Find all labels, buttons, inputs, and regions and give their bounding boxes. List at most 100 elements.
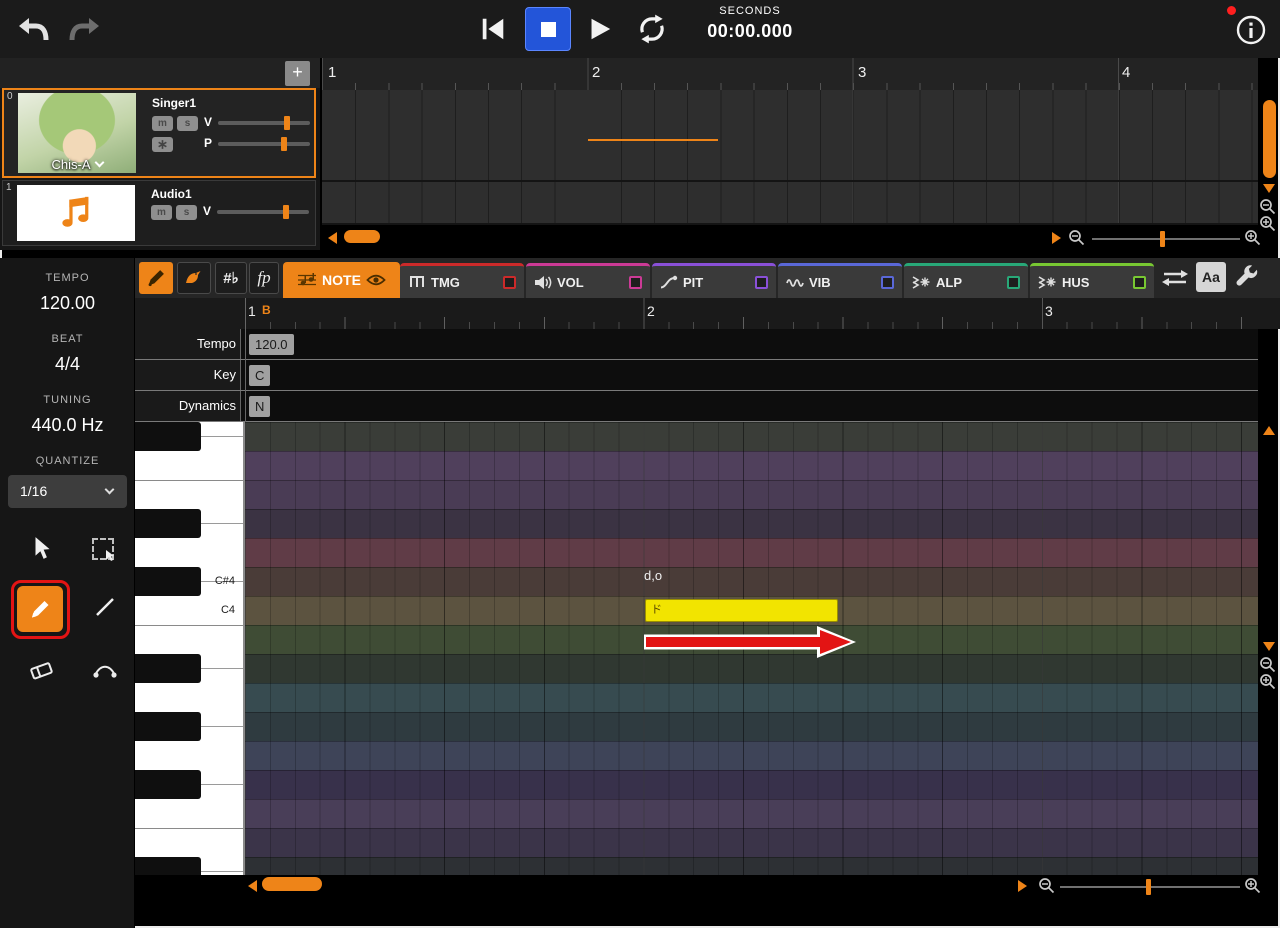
marquee-select-tool[interactable]	[86, 532, 120, 566]
pitch-row-G3[interactable]	[245, 741, 1258, 770]
key-row-value[interactable]: C	[249, 365, 271, 386]
timeline-ruler[interactable]: 1 2 3 4	[322, 58, 1258, 90]
piano-key-G#3[interactable]	[135, 712, 201, 741]
timeline-hscroll-thumb[interactable]	[344, 230, 380, 243]
pitch-row-E4[interactable]	[245, 480, 1258, 509]
pitch-row-F#4[interactable]	[245, 422, 1258, 451]
tab-tmg[interactable]: TMG	[400, 263, 524, 298]
volume-slider[interactable]	[218, 116, 310, 130]
piano-key-A#3[interactable]	[135, 654, 201, 683]
tab-vib[interactable]: VIB	[778, 263, 902, 298]
pitch-row-D4[interactable]	[245, 538, 1258, 567]
tab-hus[interactable]: HUS	[1030, 263, 1154, 298]
timeline-scroll-right-arrow[interactable]	[1052, 232, 1061, 244]
piano-key-D#4[interactable]	[135, 509, 201, 538]
roll-scroll-right-arrow[interactable]	[1018, 880, 1027, 892]
transfer-icon[interactable]	[1162, 267, 1188, 289]
tab-note[interactable]: NOTE	[283, 262, 400, 298]
pitch-row-E3[interactable]	[245, 828, 1258, 857]
piano-key-D#3[interactable]	[135, 857, 201, 875]
voice-select[interactable]: Chis-A	[18, 157, 136, 172]
solo-button[interactable]: s	[176, 205, 197, 220]
cursor-tool[interactable]	[22, 528, 62, 568]
mute-button[interactable]: m	[152, 116, 173, 131]
tab-alp[interactable]: ALP	[904, 263, 1028, 298]
roll-zoom-slider-thumb[interactable]	[1146, 879, 1151, 895]
piano-keyboard[interactable]: C#4 C4	[135, 422, 245, 875]
timeline-zoom-slider-thumb[interactable]	[1160, 231, 1165, 247]
add-track-button[interactable]: +	[285, 61, 310, 86]
volume-slider-thumb[interactable]	[284, 116, 291, 130]
pitch-row-G#3[interactable]	[245, 712, 1258, 741]
info-button[interactable]	[1234, 13, 1268, 47]
note-pen-button[interactable]	[139, 262, 173, 294]
roll-vzoom-in-icon[interactable]	[1259, 673, 1276, 690]
volume-slider-thumb[interactable]	[283, 205, 290, 219]
mute-button[interactable]: m	[151, 205, 172, 220]
skip-to-start-button[interactable]	[478, 14, 508, 44]
timeline-zoom-out-icon[interactable]	[1068, 229, 1085, 246]
accidental-button[interactable]: #♭	[215, 262, 247, 294]
bird-button[interactable]	[177, 262, 211, 294]
tab-hus-checkbox[interactable]	[1133, 275, 1146, 289]
pitch-row-F#3[interactable]	[245, 770, 1258, 799]
piano-roll-grid[interactable]: d,o ド	[245, 422, 1258, 875]
pan-slider[interactable]	[218, 137, 310, 151]
pitch-row-A3[interactable]	[245, 683, 1258, 712]
wrench-icon[interactable]	[1234, 264, 1261, 291]
timeline-vzoom-in-icon[interactable]	[1259, 215, 1276, 232]
timeline-scroll-left-arrow[interactable]	[328, 232, 337, 244]
piano-key-F#4[interactable]	[135, 422, 201, 451]
stop-button[interactable]	[525, 7, 571, 51]
editor-ruler[interactable]: 1 B 2 3	[135, 298, 1280, 329]
roll-scroll-left-arrow[interactable]	[248, 880, 257, 892]
dynamics-row-value[interactable]: N	[249, 396, 271, 417]
play-button[interactable]	[583, 13, 615, 45]
pitch-row-F3[interactable]	[245, 799, 1258, 828]
beat-value[interactable]: 4/4	[0, 354, 135, 375]
tempo-value[interactable]: 120.00	[0, 293, 135, 314]
tab-vol-checkbox[interactable]	[629, 275, 642, 289]
volume-slider[interactable]	[217, 205, 309, 219]
timeline-lanes[interactable]	[322, 90, 1258, 225]
lyric-text-button[interactable]: Aa	[1196, 262, 1226, 292]
dynamics-row[interactable]: Dynamics N	[135, 391, 1258, 422]
eraser-tool[interactable]	[20, 652, 62, 690]
singer-avatar[interactable]: Chis-A	[18, 93, 136, 173]
roll-scroll-up-arrow[interactable]	[1263, 426, 1275, 435]
tab-alp-checkbox[interactable]	[1007, 275, 1020, 289]
roll-scroll-down-arrow[interactable]	[1263, 642, 1275, 651]
timeline-scroll-down-arrow[interactable]	[1263, 184, 1275, 193]
dynamics-button[interactable]: fp	[249, 262, 279, 294]
roll-zoom-in-icon[interactable]	[1244, 877, 1261, 894]
tuning-value[interactable]: 440.0 Hz	[0, 415, 135, 436]
eye-icon[interactable]	[366, 273, 386, 287]
pitch-row-F4[interactable]	[245, 451, 1258, 480]
tab-vol[interactable]: VOL	[526, 263, 650, 298]
note-c4[interactable]: ド	[645, 599, 838, 622]
key-row[interactable]: Key C	[135, 360, 1258, 391]
roll-hscroll-thumb[interactable]	[262, 877, 322, 891]
timeline-vscroll-thumb[interactable]	[1263, 100, 1276, 178]
tab-pit-checkbox[interactable]	[755, 275, 768, 289]
tab-vib-checkbox[interactable]	[881, 275, 894, 289]
timeline-vzoom-out-icon[interactable]	[1259, 198, 1276, 215]
track-singer1[interactable]: 0 Chis-A Singer1 m s V P	[2, 88, 316, 178]
tab-pit[interactable]: PIT	[652, 263, 776, 298]
pitch-row-C#4[interactable]	[245, 567, 1258, 596]
tempo-row-value[interactable]: 120.0	[249, 334, 294, 355]
undo-button[interactable]	[16, 13, 50, 47]
timeline-zoom-slider[interactable]	[1092, 238, 1240, 240]
piano-key-F#3[interactable]	[135, 770, 201, 799]
loop-button[interactable]	[634, 12, 670, 46]
tempo-row[interactable]: Tempo 120.0	[135, 329, 1258, 360]
style-button[interactable]	[152, 137, 173, 152]
roll-zoom-out-icon[interactable]	[1038, 877, 1055, 894]
tab-tmg-checkbox[interactable]	[503, 275, 516, 289]
tie-tool[interactable]	[84, 652, 126, 690]
pan-slider-thumb[interactable]	[280, 137, 287, 151]
quantize-select[interactable]: 1/16	[8, 475, 127, 508]
roll-vzoom-out-icon[interactable]	[1259, 656, 1276, 673]
redo-button[interactable]	[68, 13, 102, 47]
pitch-row-D#3[interactable]	[245, 857, 1258, 875]
